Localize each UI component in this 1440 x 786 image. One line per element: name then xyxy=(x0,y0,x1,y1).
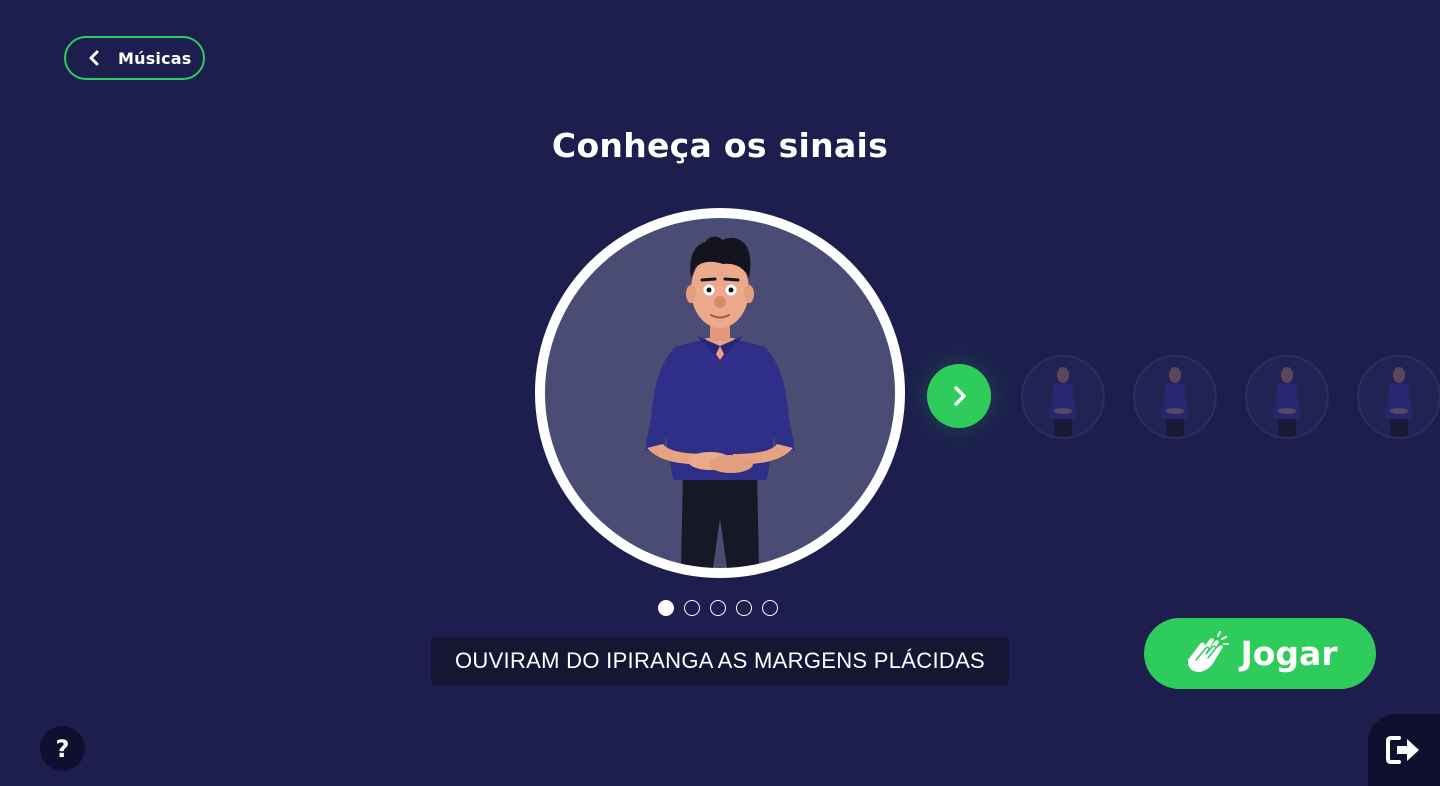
pagination-dot[interactable] xyxy=(710,600,726,616)
page-title: Conheça os sinais xyxy=(551,126,889,165)
carousel-pagination xyxy=(658,600,778,616)
pagination-dot[interactable] xyxy=(658,600,674,616)
avatar-thumbnail-icon xyxy=(1274,367,1300,437)
sign-video-frame xyxy=(535,208,905,578)
back-button-label: Músicas xyxy=(118,48,192,68)
help-button[interactable]: ? xyxy=(40,726,85,771)
clapping-hands-icon xyxy=(1182,630,1230,678)
pagination-dot[interactable] xyxy=(684,600,700,616)
avatar-thumbnail-icon xyxy=(1386,367,1412,437)
sign-thumbnail[interactable] xyxy=(1133,355,1217,439)
pagination-dot[interactable] xyxy=(736,600,752,616)
chevron-right-icon xyxy=(948,385,970,407)
pagination-dot[interactable] xyxy=(762,600,778,616)
next-sign-button[interactable] xyxy=(927,364,991,428)
avatar-thumbnail-icon xyxy=(1162,367,1188,437)
sign-thumbnail[interactable] xyxy=(1245,355,1329,439)
back-to-musicas-button[interactable]: Músicas xyxy=(64,36,205,80)
sign-thumbnail[interactable] xyxy=(1357,355,1440,439)
help-icon: ? xyxy=(55,734,70,763)
sign-thumbnail[interactable] xyxy=(1021,355,1105,439)
sign-avatar xyxy=(545,218,895,568)
avatar-thumbnail-icon xyxy=(1050,367,1076,437)
sign-out-icon xyxy=(1385,734,1423,766)
exit-button[interactable] xyxy=(1368,714,1440,786)
play-button[interactable]: Jogar xyxy=(1144,618,1376,689)
play-button-label: Jogar xyxy=(1240,634,1338,673)
lyrics-caption: OUVIRAM DO IPIRANGA AS MARGENS PLÁCIDAS xyxy=(431,637,1009,685)
chevron-left-icon xyxy=(86,50,102,66)
